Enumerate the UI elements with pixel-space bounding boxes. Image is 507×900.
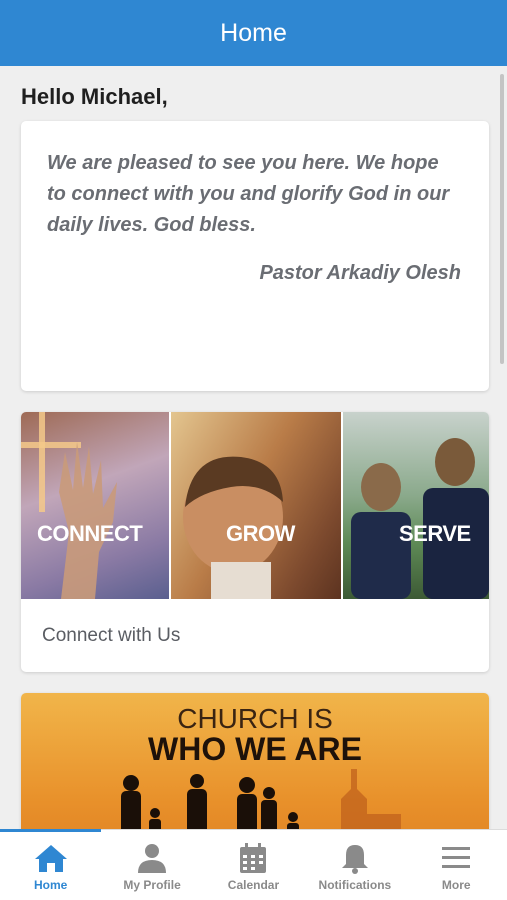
tab-label: Home xyxy=(34,878,68,892)
tab-more[interactable]: More xyxy=(406,830,507,900)
connect-card[interactable]: CONNECT GROW SERVE Connect with Us xyxy=(21,412,489,672)
serve-label: SERVE xyxy=(399,521,471,546)
connect-panel: CONNECT xyxy=(21,412,169,599)
tab-notifications[interactable]: Notifications xyxy=(304,830,405,900)
home-icon xyxy=(34,845,67,872)
cross-hand-illustration xyxy=(21,412,117,599)
page-title: Home xyxy=(220,18,287,47)
tab-home[interactable]: Home xyxy=(0,830,101,900)
tab-label: More xyxy=(441,878,471,892)
welcome-message: We are pleased to see you here. We hope … xyxy=(47,152,450,236)
tab-calendar[interactable]: Calendar xyxy=(203,830,304,900)
menu-icon xyxy=(442,847,471,868)
church-subheadline: WHO WE ARE xyxy=(148,731,362,767)
welcome-card: We are pleased to see you here. We hope … xyxy=(21,121,489,391)
serve-panel: SERVE xyxy=(343,412,489,599)
person-icon xyxy=(138,844,167,873)
family-silhouette-illustration xyxy=(121,769,401,829)
tab-my-profile[interactable]: My Profile xyxy=(101,830,202,900)
tab-label: Notifications xyxy=(318,878,392,892)
connect-banner-image[interactable]: CONNECT GROW SERVE xyxy=(21,412,489,599)
child-illustration xyxy=(183,456,283,599)
tab-label: Calendar xyxy=(227,878,280,892)
active-tab-indicator xyxy=(0,829,101,832)
connect-label: CONNECT xyxy=(37,521,143,546)
app-bar: Home xyxy=(0,0,507,66)
welcome-signature: Pastor Arkadiy Olesh xyxy=(259,262,461,284)
calendar-icon xyxy=(240,843,267,873)
bottom-tab-bar: Home My Profile Calendar Notifications M… xyxy=(0,829,507,900)
bell-icon xyxy=(341,845,368,874)
greeting: Hello Michael, xyxy=(21,84,168,109)
grow-label: GROW xyxy=(226,521,295,546)
home-feed[interactable]: Hello Michael, We are pleased to see you… xyxy=(0,66,507,829)
church-card[interactable]: CHURCH IS WHO WE ARE xyxy=(21,693,489,829)
connect-caption: Connect with Us xyxy=(42,625,181,646)
tab-label: My Profile xyxy=(123,878,181,892)
volunteers-illustration xyxy=(351,438,489,599)
scrollbar[interactable] xyxy=(500,74,504,364)
grow-panel: GROW xyxy=(171,412,341,599)
